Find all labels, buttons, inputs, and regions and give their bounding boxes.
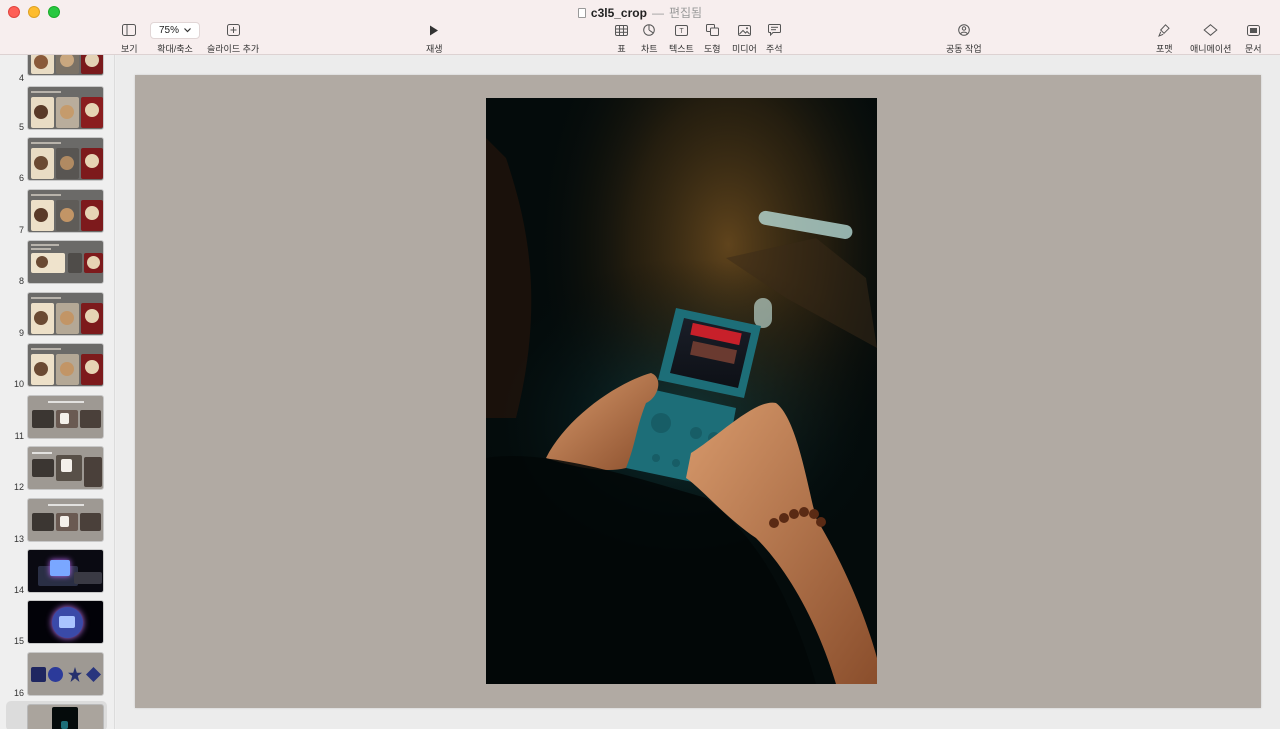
media-button[interactable]: 미디어 xyxy=(732,22,757,55)
document-button[interactable]: 문서 xyxy=(1245,22,1262,55)
slide-number: 14 xyxy=(13,585,24,595)
table-icon xyxy=(615,22,628,38)
slide-thumbnail[interactable] xyxy=(27,292,104,336)
slide-thumbnail[interactable] xyxy=(27,343,104,387)
slide-thumbnail-row[interactable]: 12 xyxy=(0,446,114,497)
slide-thumbnail-row[interactable]: 8 xyxy=(0,240,114,291)
comment-button[interactable]: 주석 xyxy=(766,22,783,55)
slide-navigator: 4 5 6 7 8 9 10 11 12 13 14 15 16 xyxy=(0,55,115,729)
zoom-value: 75% xyxy=(158,25,179,36)
shape-label: 도형 xyxy=(704,44,721,54)
slide-number: 6 xyxy=(18,173,24,183)
slide-thumbnail-row[interactable]: 10 xyxy=(0,343,114,394)
slide-number: 11 xyxy=(14,431,24,441)
slide-thumbnail[interactable] xyxy=(27,55,104,76)
document-icon xyxy=(577,7,586,18)
chart-label: 차트 xyxy=(641,44,658,54)
slide-number: 7 xyxy=(18,225,24,235)
format-label: 포맷 xyxy=(1156,44,1173,54)
slide-number: 13 xyxy=(13,534,24,544)
play-icon xyxy=(429,22,439,38)
title-separator: — xyxy=(651,5,664,20)
slide-thumbnail-row[interactable]: 6 xyxy=(0,137,114,188)
format-button[interactable]: 포맷 xyxy=(1156,22,1173,55)
shape-icon xyxy=(705,22,719,38)
slide-thumbnail[interactable] xyxy=(27,652,104,696)
slide-thumbnail[interactable] xyxy=(27,498,104,542)
document-label: 문서 xyxy=(1245,44,1262,54)
zoom-label: 확대/축소 xyxy=(157,44,193,54)
diamond-icon xyxy=(1203,22,1218,38)
chevron-down-icon xyxy=(184,25,191,36)
slide-thumbnail-row[interactable]: 9 xyxy=(0,292,114,343)
text-button[interactable]: T 텍스트 xyxy=(669,22,694,55)
slide-thumbnail[interactable] xyxy=(27,86,104,130)
slide-thumbnail-row-selected[interactable] xyxy=(0,704,114,729)
zoom-select[interactable]: 75% xyxy=(150,22,200,39)
slide-number: 10 xyxy=(13,379,24,389)
collaborate-button[interactable]: 공동 작업 xyxy=(946,22,982,55)
slide-thumbnail-row[interactable]: 11 xyxy=(0,395,114,446)
slide-thumbnail-row[interactable]: 4 xyxy=(0,55,114,83)
window-title: c3l5_crop — 편집됨 xyxy=(0,4,1280,21)
slide-canvas xyxy=(116,55,1280,729)
slide-number: 9 xyxy=(18,328,24,338)
shape-button[interactable]: 도형 xyxy=(704,22,721,55)
collaborate-icon xyxy=(957,22,971,38)
add-slide-label: 슬라이드 추가 xyxy=(207,44,260,54)
slide-thumbnail-row[interactable]: 16 xyxy=(0,652,114,703)
sidebar-icon xyxy=(122,22,137,38)
media-label: 미디어 xyxy=(732,44,757,54)
zoom-control[interactable]: 75% 확대/축소 xyxy=(150,22,200,55)
current-slide[interactable] xyxy=(135,75,1261,708)
slide-thumbnail-row[interactable]: 5 xyxy=(0,86,114,137)
play-label: 재생 xyxy=(426,44,443,54)
add-slide-button[interactable]: 슬라이드 추가 xyxy=(207,22,259,55)
slide-number: 4 xyxy=(18,73,24,83)
document-panel-icon xyxy=(1246,22,1260,38)
svg-text:T: T xyxy=(679,28,684,35)
table-button[interactable]: 표 xyxy=(615,22,628,55)
chart-button[interactable]: 차트 xyxy=(641,22,658,55)
text-box-icon: T xyxy=(674,22,688,38)
table-label: 표 xyxy=(617,44,626,54)
slide-thumbnail-row[interactable]: 13 xyxy=(0,498,114,549)
slide-number: 16 xyxy=(13,688,24,698)
comment-icon xyxy=(767,22,781,38)
text-label: 텍스트 xyxy=(669,44,694,54)
plus-square-icon xyxy=(226,22,240,38)
slide-number: 5 xyxy=(18,122,24,132)
animate-button[interactable]: 애니메이션 xyxy=(1190,22,1231,55)
slide-thumbnail[interactable] xyxy=(27,189,104,233)
slide-thumbnail-selected[interactable] xyxy=(27,704,104,729)
chart-icon xyxy=(643,22,656,38)
paintbrush-icon xyxy=(1158,22,1170,38)
slide-thumbnail[interactable] xyxy=(27,137,104,181)
view-label: 보기 xyxy=(121,44,138,54)
comment-label: 주석 xyxy=(766,44,783,54)
slide-thumbnail[interactable] xyxy=(27,240,104,284)
slide-number: 8 xyxy=(18,276,24,286)
slide-number: 15 xyxy=(13,636,24,646)
slide-photo-handheld-console[interactable] xyxy=(486,98,877,684)
slide-thumbnail[interactable] xyxy=(27,395,104,439)
collaborate-label: 공동 작업 xyxy=(946,44,982,54)
slide-thumbnail[interactable] xyxy=(27,446,104,490)
slide-thumbnail[interactable] xyxy=(27,600,104,644)
photo-icon xyxy=(737,22,751,38)
edit-status: 편집됨 xyxy=(668,6,703,20)
toolbar: c3l5_crop — 편집됨 보기 75% 확대/축소 슬라이드 추가 재생 … xyxy=(0,0,1280,55)
slide-thumbnail-row[interactable]: 15 xyxy=(0,600,114,651)
file-name[interactable]: c3l5_crop xyxy=(591,6,647,20)
slide-number: 12 xyxy=(13,482,24,492)
keynote-window: c3l5_crop — 편집됨 보기 75% 확대/축소 슬라이드 추가 재생 … xyxy=(0,0,1280,729)
slide-thumbnail[interactable] xyxy=(27,549,104,593)
photo-illustration xyxy=(486,98,877,684)
play-button[interactable]: 재생 xyxy=(426,22,443,55)
slide-thumbnail-row[interactable]: 14 xyxy=(0,549,114,600)
animate-label: 애니메이션 xyxy=(1190,44,1232,54)
view-button[interactable]: 보기 xyxy=(121,22,138,55)
slide-thumbnail-row[interactable]: 7 xyxy=(0,189,114,240)
